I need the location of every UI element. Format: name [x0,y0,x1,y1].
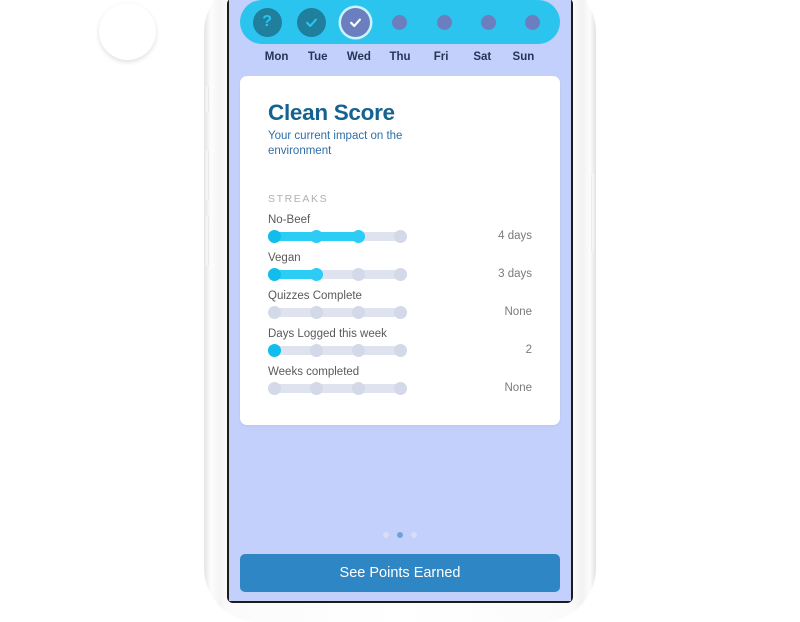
streak-value: 2 [525,344,532,357]
progress-node [394,305,407,319]
progress-node [268,343,281,357]
streak-row: Vegan 3 days [268,252,532,281]
week-bar: ? [240,0,560,44]
see-points-earned-button[interactable]: See Points Earned [240,554,560,592]
progress-node [394,381,407,395]
dot-icon [436,14,452,30]
week-day-sun[interactable] [511,0,555,44]
progress-node [268,381,281,395]
page-dot[interactable] [411,532,417,538]
phone-device-frame: ? Mon Tue Wed Thu Fri Sat Sun Clean Score Your… [204,0,596,622]
streak-line: None [268,381,533,395]
streak-name: No-Beef [268,213,311,226]
progress-node [352,229,365,243]
progress-node [310,381,323,395]
progress-node [268,305,281,319]
streak-progress-bar [268,305,407,319]
progress-node [310,229,323,243]
week-day-label: Sat [473,51,492,63]
ringer-switch[interactable] [205,86,209,112]
week-day-label: Thu [389,51,411,63]
page-dot[interactable] [397,532,403,538]
check-icon [296,7,326,37]
progress-node [268,267,281,281]
page-title: Clean Score [268,100,395,125]
volume-up-button[interactable] [205,150,209,200]
check-icon [341,7,371,37]
page-indicator-dots[interactable] [240,532,560,538]
progress-node [394,343,407,357]
streak-value: None [504,382,533,395]
dot-icon [392,14,408,30]
streak-name: Weeks completed [268,365,360,378]
streak-value: 3 days [498,268,532,281]
week-day-labels: Mon Tue Wed Thu Fri Sat Sun [240,51,560,63]
streak-progress-bar [268,229,407,243]
streaks-section-label: STREAKS [268,192,329,205]
streak-name: Vegan [268,251,301,264]
week-day-fri[interactable] [422,0,466,44]
volume-down-button[interactable] [205,216,209,266]
streak-line: 4 days [268,229,532,243]
week-day-tue[interactable] [289,0,333,44]
streak-name: Quizzes Complete [268,289,362,302]
streak-progress-bar [268,267,407,281]
dot-icon [525,14,541,30]
streak-line: None [268,305,533,319]
page-dot[interactable] [383,532,389,538]
clean-score-card: Clean Score Your current impact on the e… [240,76,560,425]
dot-icon [481,14,497,30]
week-day-wed[interactable] [334,0,378,44]
week-day-label: Wed [346,51,371,63]
card-subtitle: Your current impact on the environment [268,130,403,158]
week-day-mon[interactable]: ? [245,0,289,44]
week-tracker: ? Mon Tue Wed Thu Fri Sat Sun [229,0,571,63]
app-screen: ? Mon Tue Wed Thu Fri Sat Sun Clean Score Your… [229,0,571,601]
week-day-label: Mon [264,51,289,63]
progress-track [268,307,407,317]
streak-value: None [504,306,533,319]
progress-node [394,267,407,281]
streak-row: Weeks completed None [268,366,532,395]
question-mark-icon: ? [252,7,282,37]
streak-value: 4 days [498,230,532,243]
home-button-circle[interactable] [99,3,156,60]
streak-row: No-Beef 4 days [268,214,532,243]
screen-bezel: ? Mon Tue Wed Thu Fri Sat Sun Clean Score Your… [227,0,573,603]
streak-row: Quizzes Complete None [268,290,532,319]
week-day-label: Sun [512,51,535,63]
progress-node [352,343,365,357]
week-day-label: Tue [307,51,328,63]
progress-node [352,381,365,395]
progress-node [310,267,323,281]
screen-footer: See Points Earned [229,532,571,601]
progress-node [394,229,407,243]
progress-node [310,305,323,319]
streak-name: Days Logged this week [268,327,387,340]
streak-progress-bar [268,343,407,357]
progress-node [352,267,365,281]
streaks-list: No-Beef 4 days Vegan 3 days Quizzes Complete… [268,214,532,395]
week-day-label: Fri [433,51,449,63]
streak-row: Days Logged this week 2 [268,328,532,357]
progress-node [268,229,281,243]
progress-node [352,305,365,319]
progress-track [268,383,407,393]
streak-line: 2 [268,343,532,357]
streak-line: 3 days [268,267,532,281]
progress-track [268,345,407,355]
progress-node [310,343,323,357]
streak-progress-bar [268,381,407,395]
power-button[interactable] [591,174,595,252]
week-day-sat[interactable] [466,0,510,44]
week-day-thu[interactable] [378,0,422,44]
